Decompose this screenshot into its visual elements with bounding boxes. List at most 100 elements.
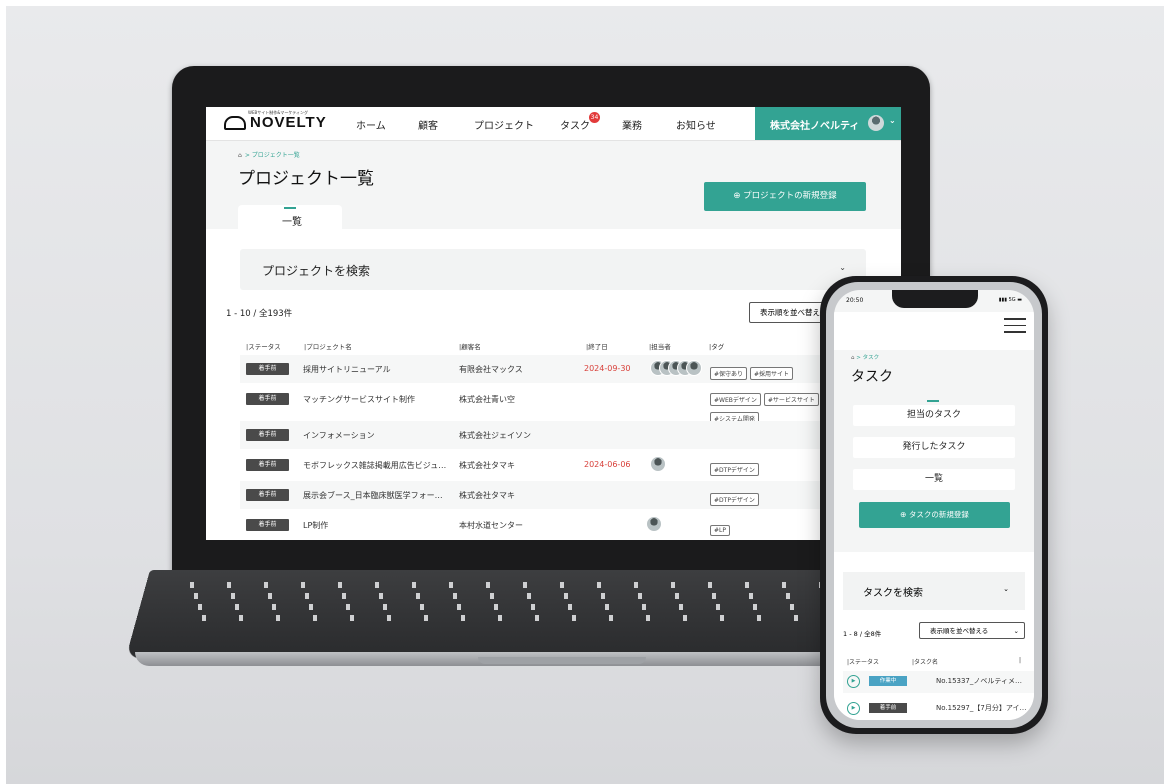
new-project-button[interactable]: ⊕ プロジェクトの新規登録 xyxy=(704,182,866,211)
tab-my-tasks-label: 担当のタスク xyxy=(906,410,961,420)
keyboard-key xyxy=(527,593,531,599)
task-count-badge: 34 xyxy=(589,112,600,123)
logo-icon xyxy=(224,115,246,130)
home-icon[interactable]: ⌂ xyxy=(851,355,855,361)
keyboard-key xyxy=(560,582,564,588)
task-name[interactable]: No.15297_【7月分】アイ… xyxy=(936,703,1027,713)
status-badge: 着手前 xyxy=(246,429,289,441)
keyboard-key xyxy=(416,593,420,599)
column-header-assignee: |担当者 xyxy=(649,343,671,351)
status-bar-signal: ▮▮▮ 5G ▬ xyxy=(998,297,1022,303)
keyboard-key xyxy=(531,604,535,610)
tab-list[interactable]: 一覧 xyxy=(853,469,1015,490)
tag[interactable]: #サービスサイト xyxy=(763,393,819,406)
table-row[interactable]: 着手前 LP制作 本村水道センター #LP xyxy=(240,511,866,539)
assignee-avatars xyxy=(650,456,710,472)
nav-item-tasks[interactable]: タスク 34 xyxy=(560,112,600,132)
tag[interactable]: #保守あり xyxy=(710,367,748,380)
table-row[interactable]: 着手前 モボフレックス雑誌掲載用広告ビジュ… 株式会社タマキ 2024-06-0… xyxy=(240,451,866,479)
tag[interactable]: #DTPデザイン xyxy=(710,463,759,476)
client-name: 株式会社ジェイソン xyxy=(459,431,531,440)
nav-item-projects[interactable]: プロジェクト xyxy=(474,117,534,132)
client-name: 有限会社マックス xyxy=(459,365,523,374)
plus-circle-icon: ⊕ xyxy=(733,191,741,201)
client-name: 株式会社タマキ xyxy=(459,461,515,470)
breadcrumb-current: プロジェクト一覧 xyxy=(251,152,300,159)
hamburger-menu-icon[interactable] xyxy=(1004,318,1026,334)
tab-list[interactable]: 一覧 xyxy=(238,205,342,229)
keyboard-key xyxy=(605,604,609,610)
keyboard-key xyxy=(190,582,194,588)
table-row[interactable]: 着手前 採用サイトリニューアル 有限会社マックス 2024-09-30 #保守あ… xyxy=(240,355,866,383)
page-title: プロジェクト一覧 xyxy=(238,169,374,189)
logo[interactable]: NOVELTY WEBサイト制作&マーケティング xyxy=(224,110,327,131)
assignee-avatars xyxy=(646,516,706,532)
sort-select[interactable]: 表示順を並べ替える ⌄ xyxy=(919,622,1025,639)
column-header-client: |顧客名 xyxy=(459,343,481,351)
new-project-button-label: プロジェクトの新規登録 xyxy=(743,191,837,201)
chevron-down-icon: ⌄ xyxy=(889,116,896,125)
play-icon[interactable]: ▶ xyxy=(847,702,860,715)
project-name[interactable]: LP制作 xyxy=(303,520,328,531)
tab-list-label: 一覧 xyxy=(282,217,302,228)
keyboard-key xyxy=(412,582,416,588)
keyboard-key xyxy=(753,604,757,610)
keyboard-key xyxy=(202,615,206,621)
table-row[interactable]: 着手前 マッチングサービスサイト制作 株式会社青い空 #WEBデザイン #サービス… xyxy=(240,385,866,425)
project-name[interactable]: モボフレックス雑誌掲載用広告ビジュ… xyxy=(303,460,446,471)
keyboard-key xyxy=(338,582,342,588)
chevron-down-icon: ⌄ xyxy=(839,263,846,272)
chevron-down-icon: ⌄ xyxy=(1003,585,1009,593)
tag[interactable]: #LP xyxy=(710,525,730,536)
table-row[interactable]: ▶ 着手前 No.15297_【7月分】アイ… xyxy=(843,698,1034,720)
company-menu[interactable]: 株式会社ノベルティ ⌄ xyxy=(755,107,901,140)
nav-item-home[interactable]: ホーム xyxy=(356,117,386,132)
new-task-button-label: タスクの新規登録 xyxy=(908,510,969,519)
search-accordion[interactable]: プロジェクトを検索 ⌄ xyxy=(240,249,866,290)
tag[interactable]: #採用サイト xyxy=(750,367,794,380)
tab-issued-tasks[interactable]: 発行したタスク xyxy=(853,437,1015,458)
keyboard-key xyxy=(572,615,576,621)
nav-item-news[interactable]: お知らせ xyxy=(676,117,716,132)
breadcrumb-current: タスク xyxy=(862,355,880,361)
table-row[interactable]: ▶ 作業中 No.15337_ノベルティメ… xyxy=(843,671,1034,693)
avatar xyxy=(868,115,884,131)
home-icon[interactable]: ⌂ xyxy=(238,152,242,159)
keyboard-key xyxy=(720,615,724,621)
keyboard-key xyxy=(424,615,428,621)
result-count: 1 - 8 / 全8件 xyxy=(843,630,882,638)
keyboard-key xyxy=(498,615,502,621)
keyboard-key xyxy=(227,582,231,588)
keyboard-key xyxy=(757,615,761,621)
project-name[interactable]: 採用サイトリニューアル xyxy=(303,364,391,375)
phone-notch xyxy=(892,290,978,308)
sort-select-value: 表示順を並べ替える xyxy=(930,627,989,635)
project-name[interactable]: インフォメーション xyxy=(303,430,375,441)
keyboard-key xyxy=(794,615,798,621)
play-icon[interactable]: ▶ xyxy=(847,675,860,688)
task-name[interactable]: No.15337_ノベルティメ… xyxy=(936,676,1022,686)
table-row[interactable]: 着手前 インフォメーション 株式会社ジェイソン xyxy=(240,421,866,449)
keyboard-key xyxy=(379,593,383,599)
project-name[interactable]: マッチングサービスサイト制作 xyxy=(303,394,415,405)
project-name[interactable]: 展示会ブース_日本臨床獣医学フォー… xyxy=(303,490,443,501)
logo-text: NOVELTY xyxy=(250,114,327,131)
table-row[interactable]: 着手前 展示会ブース_日本臨床獣医学フォー… 株式会社タマキ #DTPデザイン xyxy=(240,481,866,509)
sort-button[interactable]: 表示順を並べ替え xyxy=(749,302,831,323)
nav-item-clients[interactable]: 顧客 xyxy=(418,117,438,132)
tab-my-tasks[interactable]: 担当のタスク xyxy=(853,400,1015,426)
new-task-button[interactable]: ⊕ タスクの新規登録 xyxy=(859,502,1010,528)
keyboard-key xyxy=(239,615,243,621)
result-count: 1 - 10 / 全193件 xyxy=(226,309,293,319)
search-accordion[interactable]: タスクを検索 ⌄ xyxy=(843,572,1025,610)
keyboard-key xyxy=(309,604,313,610)
client-name: 株式会社青い空 xyxy=(459,395,515,404)
keyboard-key xyxy=(494,604,498,610)
keyboard-key xyxy=(457,604,461,610)
keyboard-key xyxy=(305,593,309,599)
tag[interactable]: #DTPデザイン xyxy=(710,493,759,506)
keyboard-key xyxy=(420,604,424,610)
tag[interactable]: #WEBデザイン xyxy=(710,393,761,406)
search-accordion-label: プロジェクトを検索 xyxy=(262,264,371,278)
nav-item-operations[interactable]: 業務 xyxy=(622,117,642,132)
